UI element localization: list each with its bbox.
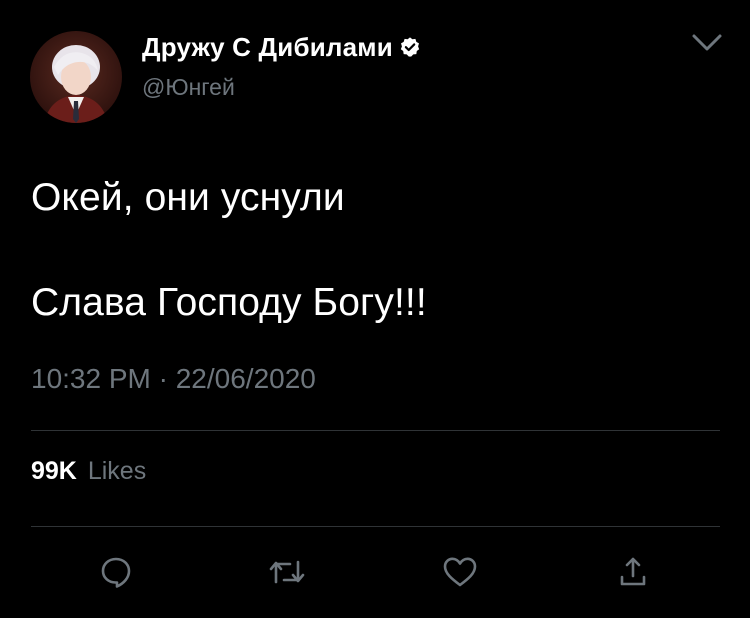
- likes-count: 99K: [31, 457, 77, 485]
- author-name-row[interactable]: Дружу С Дибилами: [142, 30, 421, 64]
- tweet-text-line: Слава Господу Богу!!!: [31, 281, 427, 324]
- heart-icon: [443, 557, 477, 587]
- speech-bubble-icon: [101, 557, 131, 588]
- retweet-button[interactable]: [267, 553, 307, 591]
- tweet-text-line: Окей, они уснули: [31, 176, 345, 219]
- share-button[interactable]: [613, 553, 653, 591]
- reply-button[interactable]: [96, 553, 136, 591]
- like-button[interactable]: [440, 553, 480, 591]
- tweet-timestamp[interactable]: 10:32 PM · 22/06/2020: [31, 363, 316, 395]
- avatar[interactable]: [30, 31, 122, 123]
- retweet-arrows-icon: [269, 560, 305, 584]
- likes-summary[interactable]: 99K Likes: [31, 457, 146, 486]
- display-name[interactable]: Дружу С Дибилами: [142, 32, 393, 63]
- likes-label: Likes: [87, 457, 147, 485]
- avatar-photo: [30, 31, 122, 123]
- divider: [31, 526, 720, 527]
- verified-badge-icon: [399, 36, 421, 58]
- user-handle[interactable]: @Юнгей: [142, 74, 235, 101]
- more-options-chevron-down-icon[interactable]: [690, 30, 724, 56]
- divider: [31, 430, 720, 431]
- share-upload-icon: [620, 557, 646, 586]
